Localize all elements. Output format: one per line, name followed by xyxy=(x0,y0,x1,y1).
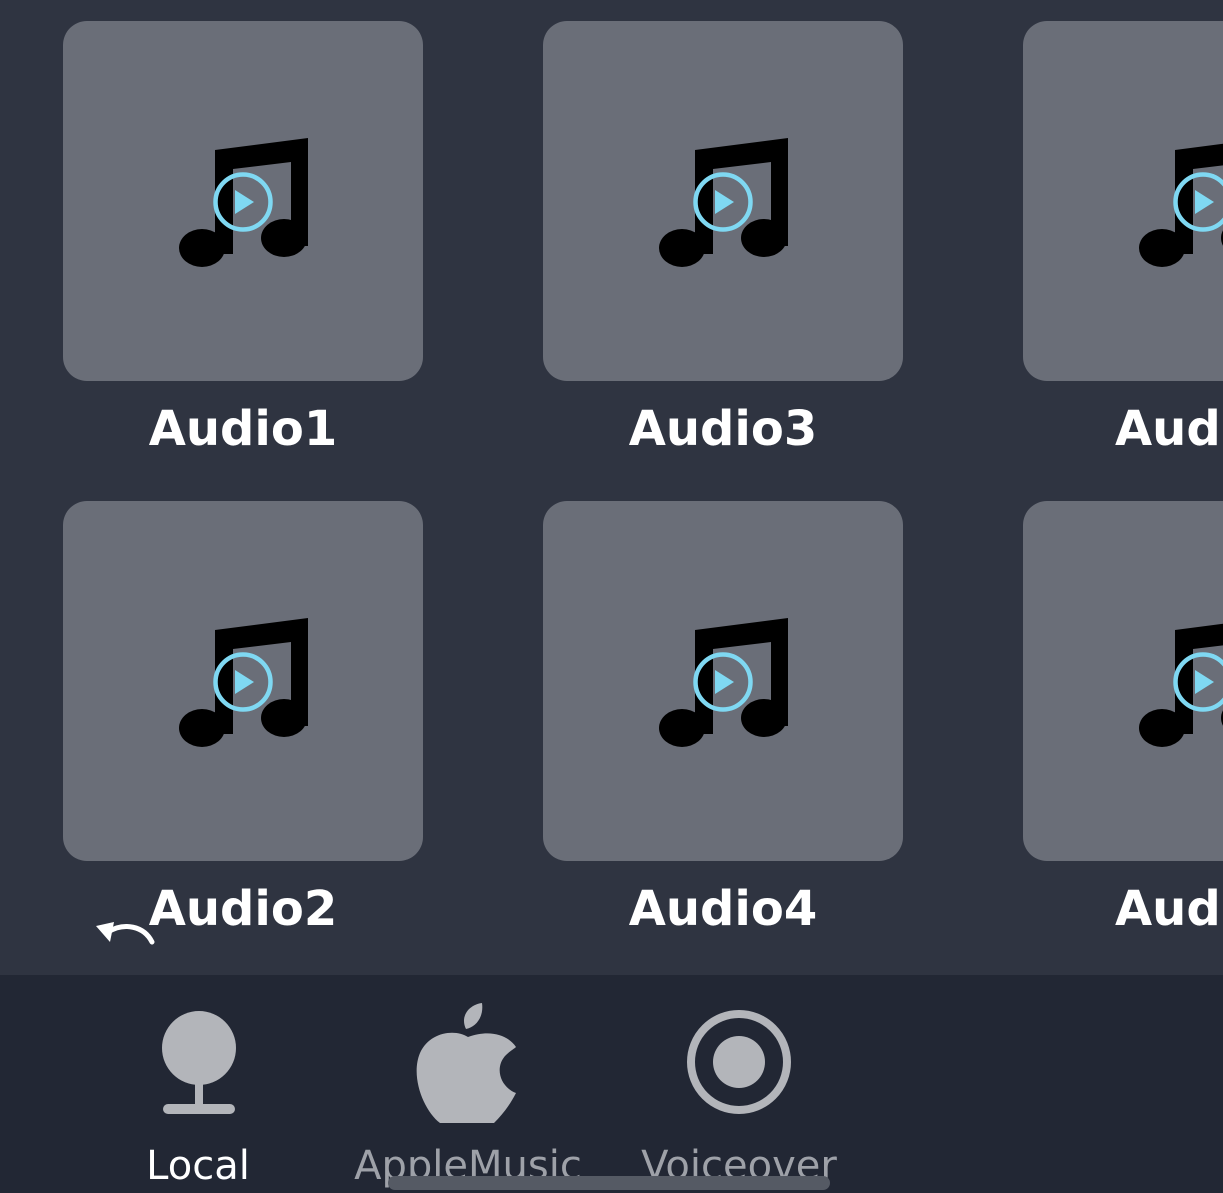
audio-tile[interactable]: Audi xyxy=(1023,501,1223,937)
home-indicator[interactable] xyxy=(388,1176,830,1190)
music-note-icon xyxy=(659,618,788,747)
tab-applemusic[interactable]: AppleMusic xyxy=(350,975,586,1193)
local-icon xyxy=(162,1011,236,1114)
audio-thumbnail[interactable] xyxy=(63,501,423,861)
audio-thumbnail[interactable] xyxy=(63,21,423,381)
audio-thumbnail[interactable] xyxy=(1023,21,1223,381)
audio-tile[interactable]: Audio1 xyxy=(63,21,423,457)
undo-arrow-icon[interactable] xyxy=(92,912,158,946)
audio-thumbnail[interactable] xyxy=(543,21,903,381)
audio-title: Audio3 xyxy=(628,401,818,457)
play-circle-icon[interactable] xyxy=(1171,650,1223,714)
tab-bar: Local AppleMusic Voiceover xyxy=(0,975,1223,1193)
apple-icon xyxy=(416,1003,516,1123)
play-circle-icon[interactable] xyxy=(691,650,755,714)
audio-title: Audi xyxy=(1115,881,1223,937)
tab-voiceover[interactable]: Voiceover xyxy=(626,975,852,1193)
play-circle-icon[interactable] xyxy=(211,650,275,714)
audio-thumbnail[interactable] xyxy=(543,501,903,861)
audio-tile[interactable]: Audi xyxy=(1023,21,1223,457)
record-icon xyxy=(687,1010,791,1114)
play-circle-icon[interactable] xyxy=(691,170,755,234)
music-note-icon xyxy=(659,138,788,267)
audio-title: Audio1 xyxy=(148,401,338,457)
audio-tile[interactable]: Audio2 xyxy=(63,501,423,937)
music-note-icon xyxy=(179,618,308,747)
audio-title: Audi xyxy=(1115,401,1223,457)
audio-thumbnail[interactable] xyxy=(1023,501,1223,861)
play-circle-icon[interactable] xyxy=(211,170,275,234)
music-note-icon xyxy=(179,138,308,267)
tab-label: Local xyxy=(146,1143,250,1189)
audio-grid: Audio1 Audio3 Aud Audio2 Audio4 Aud xyxy=(0,0,1223,975)
audio-tile[interactable]: Audio3 xyxy=(543,21,903,457)
tab-local[interactable]: Local xyxy=(98,975,298,1193)
play-circle-icon[interactable] xyxy=(1171,170,1223,234)
audio-tile[interactable]: Audio4 xyxy=(543,501,903,937)
audio-title: Audio4 xyxy=(628,881,818,937)
